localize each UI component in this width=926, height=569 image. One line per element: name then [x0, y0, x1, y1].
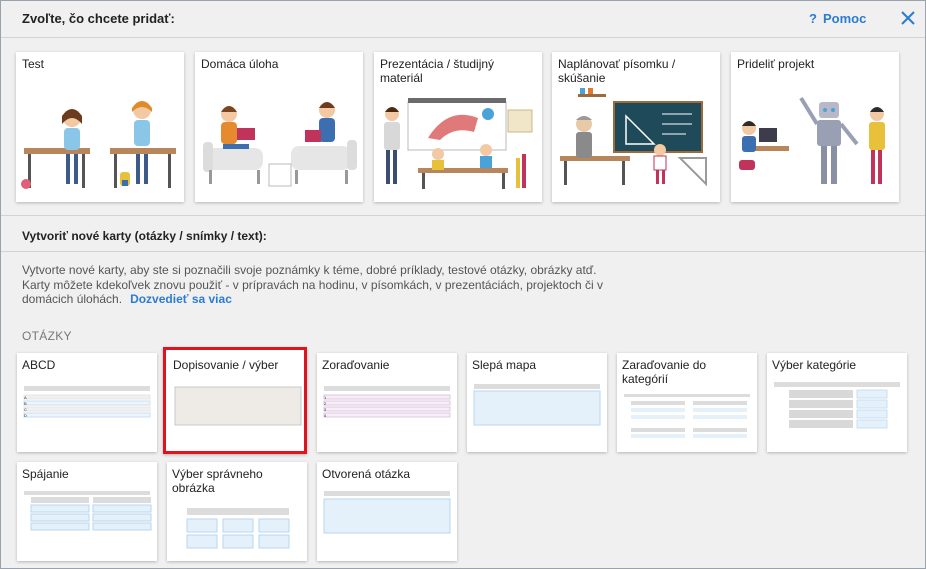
card-label: Naplánovať písomku / skúšanie [558, 57, 676, 85]
exam-planning-icon [560, 88, 707, 187]
category-select-preview-icon [774, 382, 900, 429]
fill-in-preview-icon [174, 386, 302, 426]
cards-section-title: Vytvoriť nové karty (otázky / snímky / t… [22, 229, 267, 243]
question-type-categorize[interactable]: Zaraďovanie do kategórií [617, 353, 757, 452]
presentation-icon [384, 98, 533, 189]
close-icon[interactable] [899, 9, 917, 27]
description-text: Vytvorte nové karty, aby ste si poznačil… [22, 263, 603, 306]
question-type-blind-map[interactable]: Slepá mapa [467, 353, 607, 452]
question-type-category-select[interactable]: Výber kategórie [767, 353, 907, 452]
abcd-preview-icon: A B C D [23, 386, 151, 418]
matching-preview-icon [24, 491, 152, 531]
svg-text:D: D [24, 413, 27, 418]
section-divider [1, 215, 925, 216]
dialog-header: Zvoľte, čo chcete pridať: ? Pomoc [1, 1, 925, 37]
card-label: Prideliť projekt [737, 57, 815, 71]
card-label: Prezentácia / študijný materiál [380, 57, 495, 85]
card-label: Domáca úloha [201, 57, 279, 71]
svg-text:C: C [24, 407, 27, 412]
question-type-ordering[interactable]: Zoraďovanie 1 2 3 4 [317, 353, 457, 452]
question-type-image-select[interactable]: Výber správneho obrázka [167, 462, 307, 561]
blind-map-preview-icon [473, 384, 601, 426]
homework-icon [203, 102, 357, 187]
image-select-preview-icon [186, 508, 290, 549]
classroom-test-icon [21, 101, 176, 189]
card-homework[interactable]: Domáca úloha [195, 52, 363, 202]
learn-more-link[interactable]: Dozvedieť sa viac [130, 292, 232, 306]
card-test[interactable]: Test [16, 52, 184, 202]
questions-group-label: OTÁZKY [22, 329, 72, 343]
question-type-abcd[interactable]: ABCD A B C D [17, 353, 157, 452]
help-label: Pomoc [822, 11, 867, 26]
card-exam-planning[interactable]: Naplánovať písomku / skúšanie [552, 52, 720, 202]
question-type-fill-in[interactable]: Dopisovanie / výber [163, 347, 307, 454]
help-link[interactable]: ? Pomoc [809, 11, 866, 26]
ordering-preview-icon: 1 2 3 4 [323, 386, 451, 418]
question-type-matching[interactable]: Spájanie [17, 462, 157, 561]
card-presentation[interactable]: Prezentácia / študijný materiál [374, 52, 542, 202]
categorize-preview-icon [624, 394, 750, 438]
dialog-title: Zvoľte, čo chcete pridať: [22, 11, 175, 26]
cards-description: Vytvorte nové karty, aby ste si poznačil… [22, 263, 622, 307]
header-divider [1, 37, 925, 38]
svg-text:A: A [24, 395, 27, 400]
add-content-dialog: Zvoľte, čo chcete pridať: ? Pomoc Test D… [0, 0, 926, 569]
help-icon: ? [809, 11, 817, 26]
question-type-open-question[interactable]: Otvorená otázka [317, 462, 457, 561]
card-project[interactable]: Prideliť projekt [731, 52, 899, 202]
robot-project-icon [739, 96, 885, 184]
card-label: Test [22, 57, 45, 71]
section-title-divider [1, 251, 925, 252]
svg-text:B: B [24, 401, 27, 406]
open-question-preview-icon [323, 491, 451, 534]
